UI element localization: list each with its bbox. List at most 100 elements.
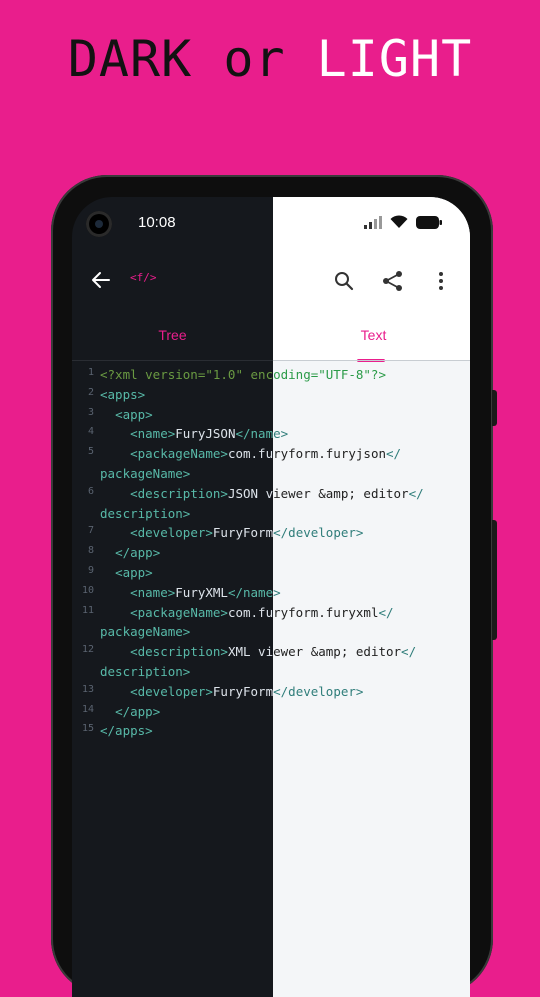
line-text: <?xml version="1.0" encoding="UTF-8"?> — [273, 367, 386, 382]
code-line: 11 <packageName>com.furyform.furyxml</ — [273, 603, 470, 623]
line-number: 10 — [81, 584, 94, 596]
line-text: </app> — [273, 702, 470, 722]
line-text: <app> — [115, 564, 153, 580]
code-line: packageName> — [273, 622, 470, 642]
code-line: 5 <packageName>com.furyform.furyjson</ — [273, 444, 470, 464]
code-line: 4 <name>FuryJSON</name> — [273, 424, 470, 444]
line-number: 7 — [87, 525, 94, 537]
line-text: packageName> — [100, 624, 191, 640]
code-line: 8 </app> — [72, 543, 273, 563]
line-text: <app> — [273, 405, 470, 425]
phone-screen: 10:08 <f/> Tree Text 1 <?xml version="1.… — [72, 197, 470, 997]
line-text: <description>XML viewer &amp; editor</ — [273, 644, 417, 660]
line-text: <developer>FuryForm</developer> — [273, 683, 364, 699]
line-text: <description>JSON viewer &amp; editor</ — [130, 485, 273, 501]
line-text: <packageName>com.furyform.furyxml</ — [273, 604, 394, 620]
line-number — [72, 504, 94, 524]
line-number: 2 — [87, 386, 94, 398]
line-text: <packageName>com.furyform.furyjson</ — [130, 446, 273, 462]
line-text: description> — [100, 505, 191, 521]
volume-button — [492, 390, 497, 426]
code-line: 15</apps> — [273, 721, 470, 741]
code-line: 6 <description>JSON viewer &amp; editor<… — [72, 484, 273, 504]
line-text: <developer>FuryForm</developer> — [130, 525, 273, 541]
code-line: 1<?xml version="1.0" encoding="UTF-8"?> — [273, 365, 470, 385]
code-line: 11 <packageName>com.furyform.furyxml</ — [72, 603, 273, 623]
line-text: </app> — [115, 703, 161, 719]
line-text: <?xml version="1.0" encoding="UTF-8"?> — [100, 367, 273, 382]
line-text: </app> — [115, 545, 161, 561]
line-number: 3 — [87, 406, 94, 418]
code-line: 2<apps> — [273, 385, 470, 405]
line-text: <developer>FuryForm</developer> — [130, 683, 273, 699]
code-line: 10 <name>FuryXML</name> — [273, 583, 470, 603]
line-text: description> — [100, 663, 191, 679]
code-line: description> — [273, 504, 470, 524]
code-line: 5 <packageName>com.furyform.furyjson</ — [72, 444, 273, 464]
code-line: 12 <description>XML viewer &amp; editor<… — [273, 642, 470, 662]
line-text: packageName> — [100, 465, 191, 481]
line-number — [72, 464, 94, 484]
line-number: 8 — [87, 545, 94, 557]
code-line: packageName> — [273, 464, 470, 484]
line-text: description> — [273, 504, 470, 524]
code-line: 1<?xml version="1.0" encoding="UTF-8"?> — [72, 365, 273, 385]
line-text: </apps> — [100, 723, 153, 739]
code-line: 3 <app> — [72, 405, 273, 425]
line-text: </app> — [273, 543, 470, 563]
headline-light: LIGHT — [316, 30, 473, 88]
line-text: <packageName>com.furyform.furyjson</ — [273, 446, 402, 462]
line-text: <developer>FuryForm</developer> — [273, 525, 364, 541]
line-number: 9 — [87, 564, 94, 576]
line-number: 4 — [87, 426, 94, 438]
line-text: <apps> — [100, 386, 146, 402]
code-line: 8 </app> — [273, 543, 470, 563]
line-text: <name>FuryXML</name> — [130, 584, 273, 600]
code-line: 13 <developer>FuryForm</developer> — [72, 682, 273, 702]
line-text: <description>JSON viewer &amp; editor</ — [273, 485, 424, 501]
code-line: 15</apps> — [72, 721, 273, 741]
line-number: 13 — [81, 683, 94, 695]
line-number: 11 — [81, 604, 94, 616]
line-number: 14 — [81, 703, 94, 715]
code-line: description> — [72, 662, 273, 682]
line-number — [72, 662, 94, 682]
headline: DARK or LIGHT — [0, 30, 540, 88]
code-line: 9 <app> — [273, 563, 470, 583]
code-line: 4 <name>FuryJSON</name> — [72, 424, 273, 444]
headline-dark: DARK — [67, 30, 193, 88]
power-button — [492, 520, 497, 640]
code-line: description> — [273, 662, 470, 682]
line-number — [72, 622, 94, 642]
code-line: 12 <description>XML viewer &amp; editor<… — [72, 642, 273, 662]
code-line: 9 <app> — [72, 563, 273, 583]
code-view-light[interactable]: 1<?xml version="1.0" encoding="UTF-8"?>2… — [273, 197, 470, 997]
code-line: 6 <description>JSON viewer &amp; editor<… — [273, 484, 470, 504]
line-text: packageName> — [273, 464, 470, 484]
headline-or: or — [223, 30, 286, 88]
line-text: <app> — [115, 406, 153, 422]
line-text: <apps> — [273, 385, 470, 405]
line-text: <description>XML viewer &amp; editor</ — [130, 644, 273, 660]
code-line: 13 <developer>FuryForm</developer> — [273, 682, 470, 702]
line-text: <name>FuryXML</name> — [273, 584, 281, 600]
code-view-dark[interactable]: 1 <?xml version="1.0" encoding="UTF-8"?> 2… — [72, 197, 273, 997]
code-line: 14 </app> — [273, 702, 470, 722]
line-text: <packageName>com.furyform.furyxml</ — [130, 604, 273, 620]
code-line: description> — [72, 504, 273, 524]
line-text: description> — [273, 662, 470, 682]
line-text: <app> — [273, 563, 470, 583]
code-line: 14 </app> — [72, 702, 273, 722]
line-text: </apps> — [273, 721, 470, 741]
line-text: <name>FuryJSON</name> — [273, 426, 289, 442]
code-line: 3 <app> — [273, 405, 470, 425]
code-line: 2 <apps> — [72, 385, 273, 405]
code-line: packageName> — [72, 464, 273, 484]
code-line: packageName> — [72, 622, 273, 642]
line-text: packageName> — [273, 622, 470, 642]
code-line: 7 <developer>FuryForm</developer> — [273, 523, 470, 543]
line-number: 5 — [87, 446, 94, 458]
line-number: 12 — [81, 644, 94, 656]
code-line: 10 <name>FuryXML</name> — [72, 583, 273, 603]
line-number: 6 — [87, 485, 94, 497]
